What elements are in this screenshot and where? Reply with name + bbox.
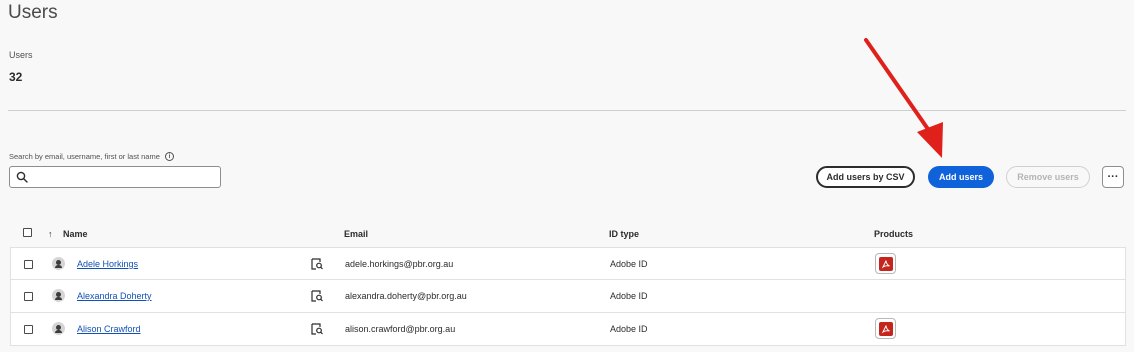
view-details-icon[interactable] xyxy=(311,258,323,270)
user-email: alexandra.doherty@pbr.org.au xyxy=(345,291,467,301)
user-id-type: Adobe ID xyxy=(610,291,648,301)
user-id-type: Adobe ID xyxy=(610,259,648,269)
search-label-text: Search by email, username, first or last… xyxy=(9,152,160,161)
row-checkbox[interactable] xyxy=(24,325,33,334)
view-details-icon[interactable] xyxy=(311,323,323,335)
column-header-products: Products xyxy=(874,229,914,239)
user-avatar-icon xyxy=(52,257,65,270)
search-input[interactable] xyxy=(34,169,218,187)
select-all-checkbox[interactable] xyxy=(23,228,32,237)
row-checkbox[interactable] xyxy=(24,260,33,269)
acrobat-pdf-icon[interactable] xyxy=(875,318,896,339)
user-email: adele.horkings@pbr.org.au xyxy=(345,259,454,269)
user-avatar-icon xyxy=(52,289,65,302)
user-name-link[interactable]: Alexandra Doherty xyxy=(77,291,152,301)
table-row[interactable]: Alexandra Doherty alexandra.doherty@pbr.… xyxy=(10,280,1126,313)
column-header-id-type: ID type xyxy=(609,229,640,239)
user-avatar-icon xyxy=(52,322,65,335)
add-users-by-csv-button[interactable]: Add users by CSV xyxy=(816,166,915,188)
annotation-arrow xyxy=(864,38,943,158)
info-icon[interactable]: i xyxy=(164,152,174,161)
user-name-link[interactable]: Adele Horkings xyxy=(77,259,138,269)
view-details-icon[interactable] xyxy=(311,290,323,302)
search-icon xyxy=(16,171,28,183)
users-table: ↑ Name Email ID type Products Adele Hork… xyxy=(10,220,1126,346)
table-row[interactable]: Adele Horkings adele.horkings@pbr.org.au… xyxy=(10,247,1126,280)
column-header-name[interactable]: Name xyxy=(63,229,88,239)
table-header: ↑ Name Email ID type Products xyxy=(10,220,1126,247)
acrobat-pdf-icon[interactable] xyxy=(875,253,896,274)
search-box[interactable] xyxy=(9,166,221,188)
sort-ascending-icon[interactable]: ↑ xyxy=(48,229,53,239)
remove-users-button[interactable]: Remove users xyxy=(1006,166,1090,188)
users-count-value: 32 xyxy=(9,70,23,84)
user-id-type: Adobe ID xyxy=(610,324,648,334)
column-header-email: Email xyxy=(344,229,369,239)
user-email: alison.crawford@pbr.org.au xyxy=(345,324,456,334)
add-users-button[interactable]: Add users xyxy=(928,166,994,188)
row-checkbox[interactable] xyxy=(24,292,33,301)
table-row[interactable]: Alison Crawford alison.crawford@pbr.org.… xyxy=(10,313,1126,346)
page-title: Users xyxy=(8,2,58,23)
search-label: Search by email, username, first or last… xyxy=(9,152,174,161)
user-name-link[interactable]: Alison Crawford xyxy=(77,324,141,334)
users-count-label: Users xyxy=(9,50,33,60)
more-actions-button[interactable]: ··· xyxy=(1102,166,1124,188)
